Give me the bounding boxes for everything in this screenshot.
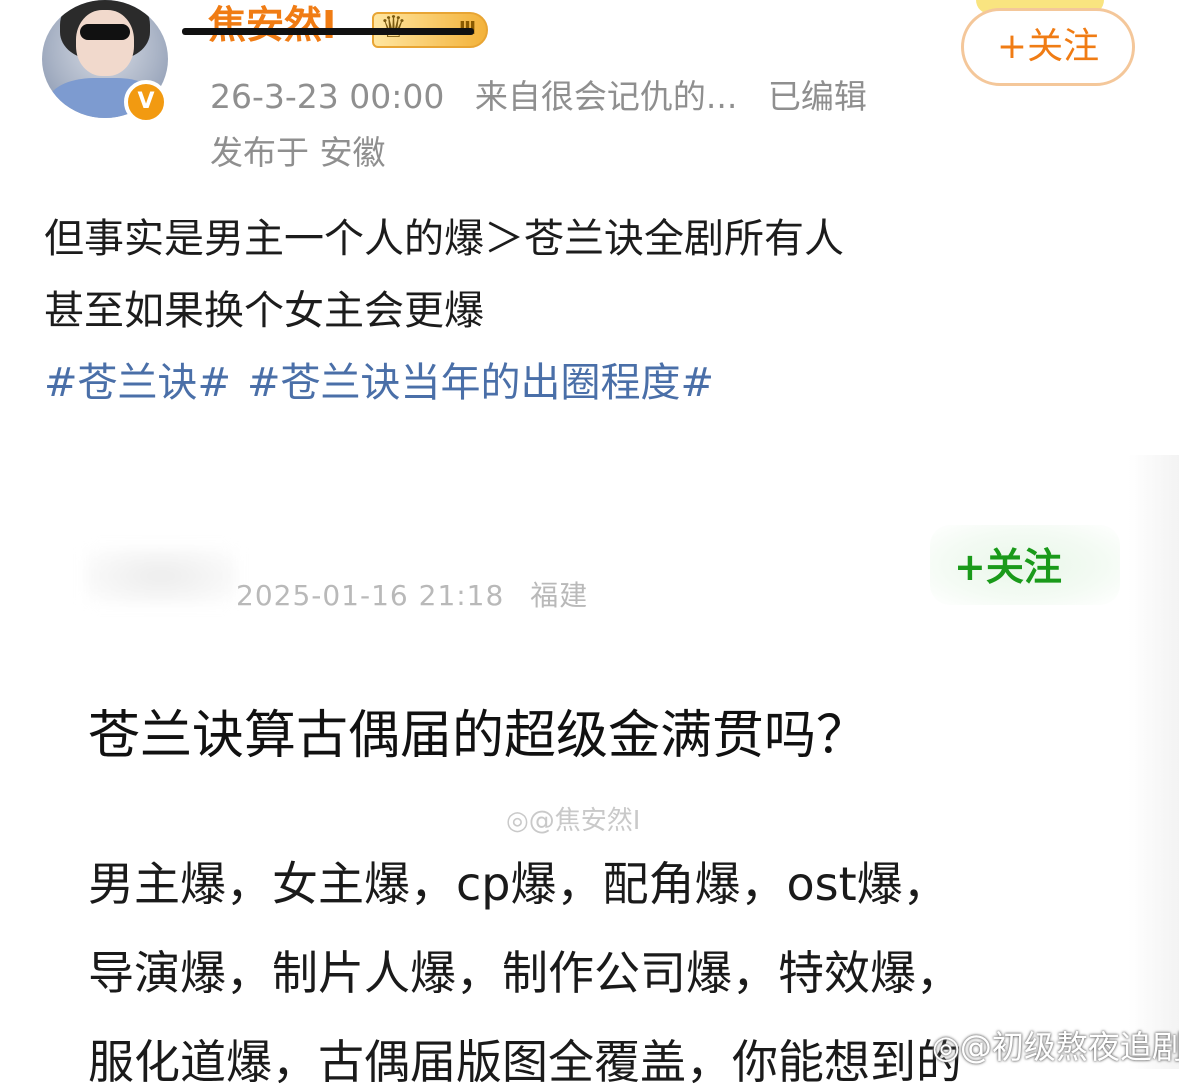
embed-location: 福建 bbox=[530, 579, 589, 612]
post-text-line-2: 甚至如果换个女主会更爆 bbox=[44, 288, 484, 334]
post-location: 发布于 安徽 bbox=[210, 133, 386, 172]
post-hashtags: #苍兰诀# #苍兰诀当年的出圈程度# bbox=[44, 350, 730, 408]
follow-button[interactable]: +关注 bbox=[961, 8, 1135, 86]
embed-body-line-1: 男主爆，女主爆，cp爆，配角爆，ost爆， bbox=[88, 857, 949, 911]
post-text-line-1: 但事实是男主一个人的爆＞苍兰诀全剧所有人 bbox=[44, 216, 844, 262]
embedded-image-edge bbox=[1128, 455, 1179, 1069]
embed-body-line-3: 服化道爆，古偶届版图全覆盖，你能想到的 bbox=[88, 1035, 962, 1089]
post-timestamp: 26-3-23 00:00 bbox=[210, 77, 445, 116]
embed-meta: 2025-01-16 21:18 福建 bbox=[236, 574, 604, 614]
weibo-logo-icon: ◎ bbox=[932, 1028, 960, 1066]
redaction-strike-line bbox=[182, 28, 474, 35]
username[interactable]: 焦安然I bbox=[208, 0, 336, 49]
avatar-sunglasses bbox=[80, 24, 130, 40]
hashtag-link[interactable]: #苍兰诀# bbox=[44, 360, 231, 406]
weibo-logo-icon: ◎ bbox=[506, 806, 529, 836]
hashtag-link[interactable]: #苍兰诀当年的出圈程度# bbox=[247, 360, 714, 406]
embed-title: 苍兰诀算古偶届的超级金满贯吗？ bbox=[88, 706, 869, 766]
embed-follow-button: +关注 bbox=[954, 545, 1062, 589]
verified-badge-icon: V bbox=[124, 80, 168, 124]
embed-watermark: ◎@焦安然I bbox=[506, 806, 641, 836]
embed-timestamp: 2025-01-16 21:18 bbox=[236, 579, 505, 612]
blurred-username bbox=[86, 548, 236, 604]
embed-body-line-2: 导演爆，制片人爆，制作公司爆，特效爆， bbox=[88, 946, 962, 1000]
post-source[interactable]: 来自很会记仇的... bbox=[475, 77, 737, 116]
footer-watermark: ◎@初级熬夜追剧 bbox=[932, 1028, 1179, 1066]
avatar-face bbox=[76, 10, 134, 76]
edited-label[interactable]: 已编辑 bbox=[768, 77, 867, 116]
post-meta: 26-3-23 00:00 来自很会记仇的... 已编辑 bbox=[210, 70, 887, 118]
